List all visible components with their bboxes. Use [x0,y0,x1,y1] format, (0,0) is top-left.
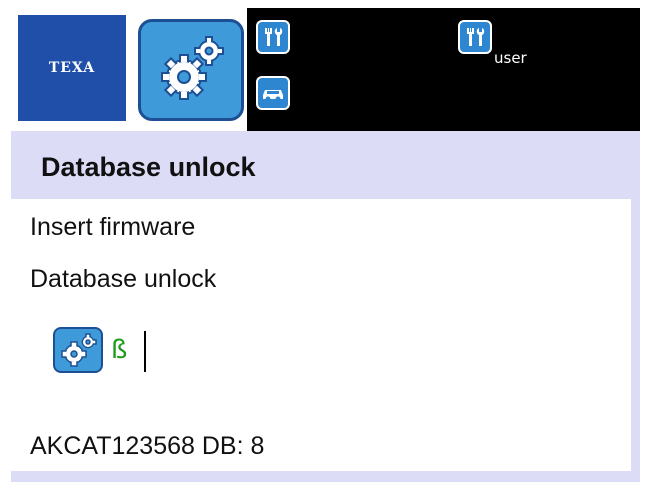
text-cursor [144,331,146,372]
settings-gears-icon [53,327,103,373]
serial-db-info: AKCAT123568 DB: 8 [30,432,265,460]
tools-icon[interactable] [256,20,290,54]
beta-symbol: ß [111,335,128,365]
texa-logo: TEXA [18,15,126,121]
settings-gears-icon[interactable] [138,19,244,121]
brand-text: TEXA [48,60,96,76]
car-icon[interactable] [256,76,290,110]
user-tools-icon[interactable] [458,20,492,54]
insert-firmware-text: Insert firmware [30,213,196,241]
content-panel: Insert firmware Database unlock ß AKCAT1… [11,199,631,471]
database-unlock-text: Database unlock [30,265,217,293]
top-bar: TEXA user [11,8,640,131]
page-title: Database unlock [41,152,256,182]
user-label: user [494,49,527,67]
main-panel: Database unlock Insert firmware Database… [11,131,640,482]
logo-area: TEXA [11,8,247,131]
